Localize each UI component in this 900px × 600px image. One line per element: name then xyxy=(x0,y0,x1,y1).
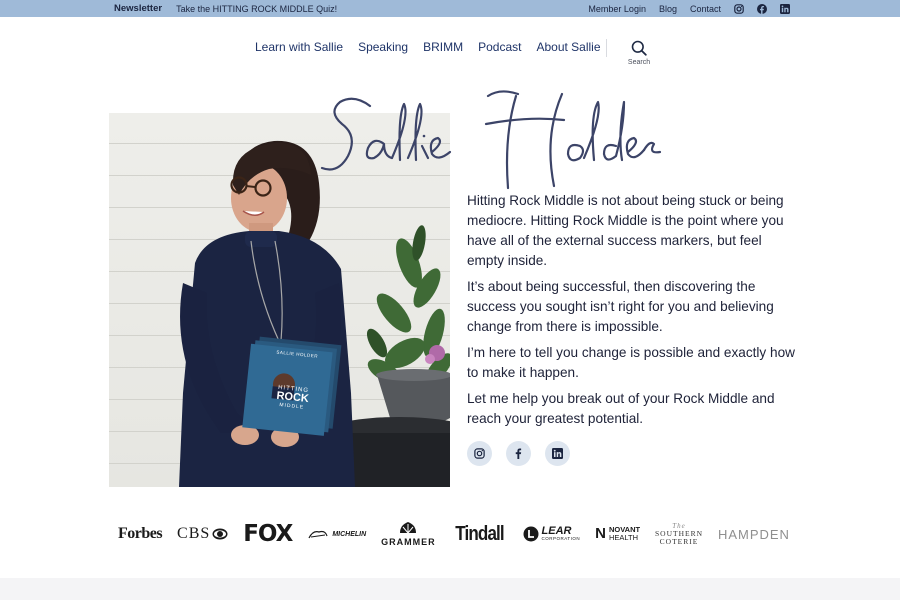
instagram-icon[interactable] xyxy=(734,3,744,14)
facebook-icon[interactable] xyxy=(757,3,767,14)
grammer-logo: GRAMMER xyxy=(381,521,436,547)
lear-logo: LEAR CORPORATION xyxy=(523,526,581,542)
cbs-logo: CBS xyxy=(177,525,228,543)
linkedin-icon[interactable] xyxy=(780,3,790,14)
cbs-eye-icon xyxy=(212,528,228,540)
top-bar: Newsletter Take the HITTING ROCK MIDDLE … xyxy=(0,0,900,17)
grammer-mark-icon xyxy=(400,522,417,534)
forbes-logo: Forbes xyxy=(118,525,163,542)
instagram-icon xyxy=(474,448,485,459)
quiz-link[interactable]: Take the HITTING ROCK MIDDLE Quiz! xyxy=(176,4,337,14)
bio-paragraph-4: Let me help you break out of your Rock M… xyxy=(467,391,775,426)
bio-paragraph-3: I’m here to tell you change is possible … xyxy=(467,345,795,380)
nav-divider xyxy=(606,39,607,57)
signature-sallie-holder xyxy=(318,76,668,196)
member-login-link[interactable]: Member Login xyxy=(588,4,646,14)
instagram-button[interactable] xyxy=(467,441,492,466)
blog-link[interactable]: Blog xyxy=(659,4,677,14)
bio-text: Hitting Rock Middle is not about being s… xyxy=(467,191,797,435)
search-label: Search xyxy=(627,59,651,66)
novant-health-logo: N NOVANT HEALTH xyxy=(595,525,641,542)
nav-item-podcast[interactable]: Podcast xyxy=(478,40,521,54)
search-button[interactable]: Search xyxy=(624,40,654,66)
nav-item-about-sallie[interactable]: About Sallie xyxy=(536,40,600,54)
hampden-logo: HAMPDEN xyxy=(717,526,790,542)
hero-social-links xyxy=(467,441,570,466)
bio-paragraph-1: Hitting Rock Middle is not about being s… xyxy=(467,193,784,268)
nav-item-learn-with-sallie[interactable]: Learn with Sallie xyxy=(255,40,343,54)
bio-paragraph-2: It’s about being successful, then discov… xyxy=(467,279,774,334)
newsletter-link[interactable]: Newsletter xyxy=(114,3,162,14)
nav-item-speaking[interactable]: Speaking xyxy=(358,40,408,54)
book-cover: SALLIE HOLDER HITTING ROCK MIDDLE xyxy=(247,344,341,433)
linkedin-icon xyxy=(552,448,563,459)
featured-logos: Forbes CBS FOX MICHELIN GRAMMER Tindall … xyxy=(118,516,790,552)
linkedin-button[interactable] xyxy=(545,441,570,466)
lear-mark-icon xyxy=(523,526,539,542)
fox-logo: FOX xyxy=(243,521,293,547)
tindall-logo: Tindall xyxy=(454,522,504,545)
search-icon xyxy=(631,40,647,56)
facebook-icon xyxy=(515,448,522,459)
facebook-button[interactable] xyxy=(506,441,531,466)
michelin-man-icon xyxy=(308,530,328,539)
top-bar-left: Newsletter Take the HITTING ROCK MIDDLE … xyxy=(114,0,337,17)
top-bar-right: Member Login Blog Contact xyxy=(588,0,790,17)
southern-coterie-logo: The SOUTHERN COTERIE xyxy=(655,522,704,546)
michelin-logo: MICHELIN xyxy=(307,528,366,540)
contact-link[interactable]: Contact xyxy=(690,4,721,14)
nav-item-brimm[interactable]: BRIMM xyxy=(423,40,463,54)
main-nav: Learn with Sallie Speaking BRIMM Podcast… xyxy=(255,40,601,54)
footer-band xyxy=(0,578,900,600)
